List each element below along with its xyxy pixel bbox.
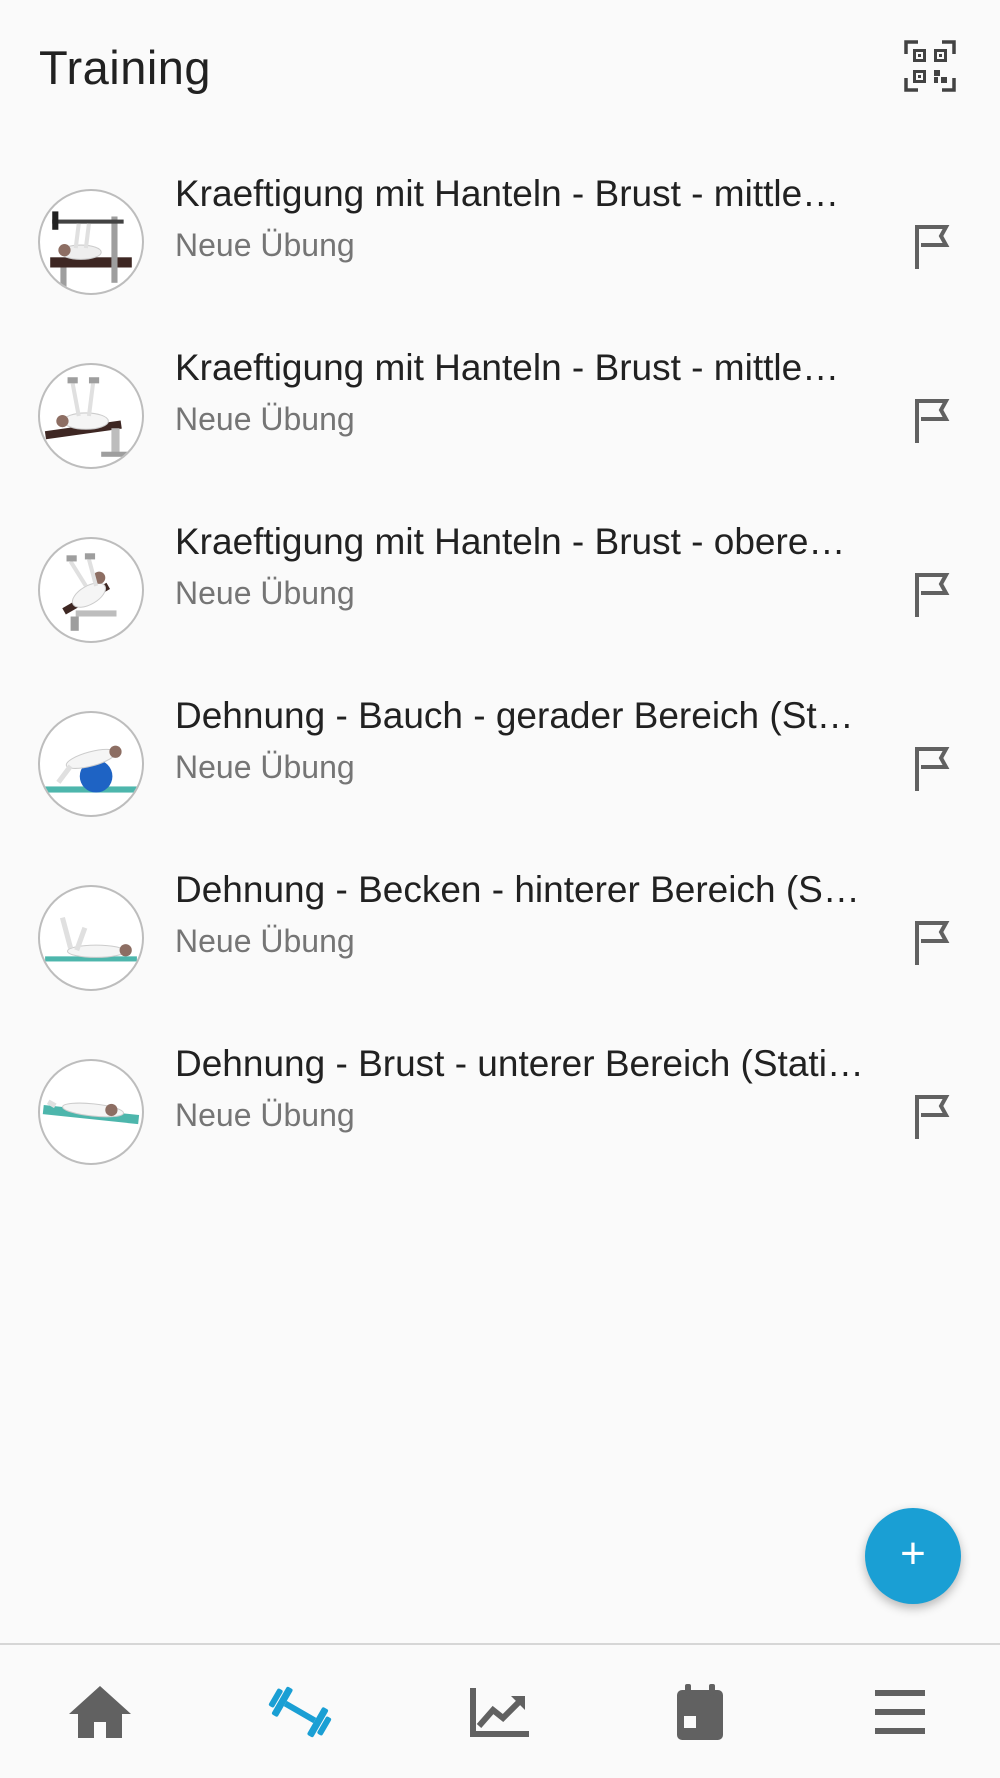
exercise-list-item[interactable]: Dehnung - Bauch - gerader Bereich (St… N… (0, 677, 1000, 851)
exercise-thumbnail (38, 711, 144, 817)
nav-item-progress[interactable] (440, 1662, 560, 1762)
exercise-thumbnail (38, 885, 144, 991)
exercise-subtitle: Neue Übung (175, 227, 355, 263)
trending-up-icon (470, 1687, 529, 1737)
flag-icon[interactable] (908, 1091, 958, 1141)
calendar-icon (677, 1683, 723, 1740)
plus-icon: + (900, 1529, 926, 1578)
nav-item-calendar[interactable] (640, 1662, 760, 1762)
exercise-thumbnail (38, 189, 144, 295)
flag-icon[interactable] (908, 395, 958, 445)
flag-icon[interactable] (908, 743, 958, 793)
exercise-subtitle: Neue Übung (175, 749, 355, 785)
nav-item-menu[interactable] (840, 1662, 960, 1762)
exercise-subtitle: Neue Übung (175, 923, 355, 959)
exercise-thumbnail (38, 537, 144, 643)
exercise-subtitle: Neue Übung (175, 575, 355, 611)
exercise-thumbnail (38, 363, 144, 469)
home-icon (69, 1685, 131, 1738)
exercise-title: Kraeftigung mit Hanteln - Brust - mittle… (175, 173, 840, 214)
exercise-list-item[interactable]: Dehnung - Becken - hinterer Bereich (S… … (0, 851, 1000, 1025)
menu-icon (875, 1689, 925, 1734)
flag-icon[interactable] (908, 221, 958, 271)
exercise-subtitle: Neue Übung (175, 1097, 355, 1133)
exercise-subtitle: Neue Übung (175, 401, 355, 437)
exercise-title: Dehnung - Brust - unterer Bereich (Stati… (175, 1043, 864, 1084)
exercise-list-item[interactable]: Dehnung - Brust - unterer Bereich (Stati… (0, 1025, 1000, 1199)
exercise-title: Dehnung - Bauch - gerader Bereich (St… (175, 695, 854, 736)
dumbbell-icon (268, 1686, 332, 1737)
exercise-title: Dehnung - Becken - hinterer Bereich (S… (175, 869, 860, 910)
exercise-list-item[interactable]: Kraeftigung mit Hanteln - Brust - mittle… (0, 329, 1000, 503)
flag-icon[interactable] (908, 569, 958, 619)
exercise-thumbnail (38, 1059, 144, 1165)
app-header: Training (0, 0, 1000, 135)
exercise-title: Kraeftigung mit Hanteln - Brust - mittle… (175, 347, 840, 388)
exercise-list: Kraeftigung mit Hanteln - Brust - mittle… (0, 155, 1000, 1199)
exercise-title: Kraeftigung mit Hanteln - Brust - obere… (175, 521, 846, 562)
page-title: Training (39, 41, 212, 94)
flag-icon[interactable] (908, 917, 958, 967)
nav-item-training[interactable] (240, 1662, 360, 1762)
add-exercise-button[interactable]: + (865, 1508, 961, 1604)
qr-scan-button[interactable] (902, 38, 958, 94)
nav-item-home[interactable] (40, 1662, 160, 1762)
exercise-list-item[interactable]: Kraeftigung mit Hanteln - Brust - mittle… (0, 155, 1000, 329)
qr-code-scan-icon (904, 40, 956, 92)
bottom-navigation (0, 1643, 1000, 1778)
exercise-list-item[interactable]: Kraeftigung mit Hanteln - Brust - obere…… (0, 503, 1000, 677)
